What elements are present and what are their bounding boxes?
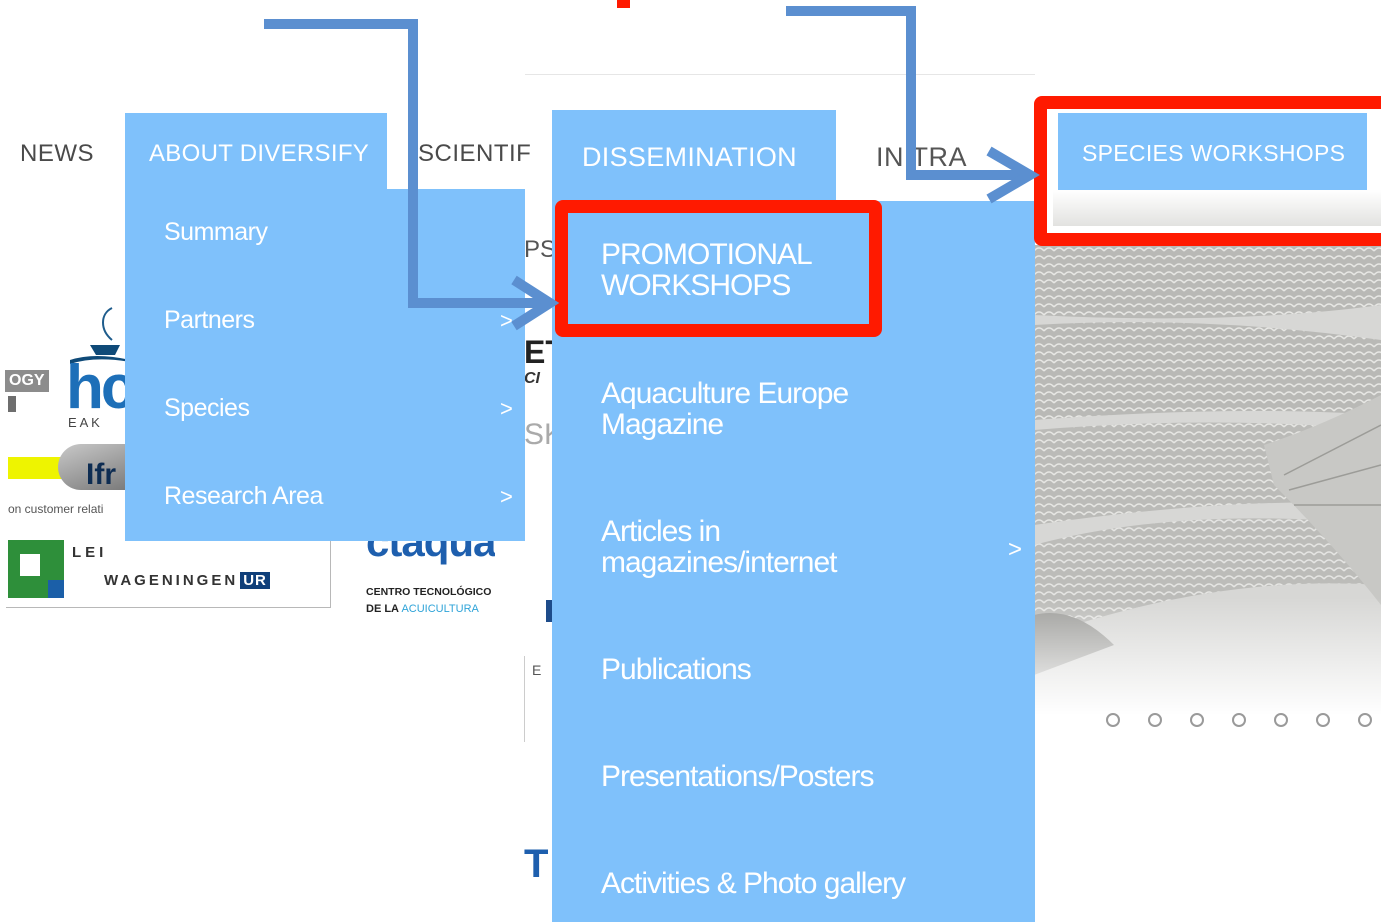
connector-arrows (264, 6, 1040, 331)
arrow-to-promotional-icon (264, 19, 545, 308)
